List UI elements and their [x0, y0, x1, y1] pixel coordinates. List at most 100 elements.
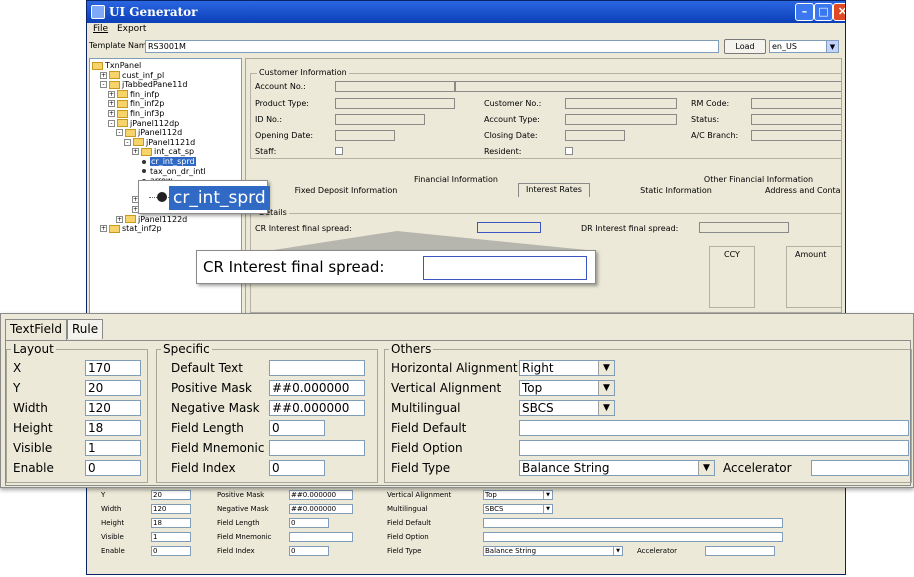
- small-multilingual-input[interactable]: SBCS ▼: [483, 504, 553, 514]
- small-visible-input[interactable]: 1: [151, 532, 191, 542]
- tree-node[interactable]: + fin_inf2p: [108, 99, 164, 109]
- load-button[interactable]: Load: [724, 39, 766, 54]
- field-default-input[interactable]: [519, 420, 909, 436]
- menu-file[interactable]: File: [93, 24, 108, 34]
- expand-icon[interactable]: +: [100, 225, 107, 233]
- tree-node[interactable]: tax_on_dr_intl: [140, 167, 206, 177]
- collapse-icon[interactable]: -: [124, 138, 131, 146]
- collapse-icon[interactable]: -: [116, 129, 123, 137]
- menu-export[interactable]: Export: [117, 24, 146, 34]
- ac-branch-field[interactable]: [751, 130, 841, 141]
- small-field-mnemonic-input[interactable]: [289, 532, 353, 542]
- tree-node[interactable]: cr_int_sprd: [140, 157, 196, 167]
- account-name-field[interactable]: [455, 81, 841, 92]
- multilingual-select[interactable]: SBCS ▼: [519, 400, 615, 416]
- maximize-button[interactable]: □: [814, 3, 833, 21]
- tab-financial-info[interactable]: Financial Information: [386, 175, 526, 184]
- template-name-input[interactable]: RS3001M: [145, 40, 719, 53]
- resident-checkbox[interactable]: [565, 147, 573, 155]
- tree-node[interactable]: + fin_inf3p: [108, 109, 164, 119]
- account-type-field[interactable]: [565, 114, 677, 125]
- multilingual-label: Multilingual: [391, 401, 461, 415]
- minimize-button[interactable]: –: [795, 3, 814, 21]
- positive-mask-input[interactable]: ##0.000000: [269, 380, 365, 396]
- tab-textfield[interactable]: TextField: [5, 319, 67, 341]
- tree-node[interactable]: + int_cat_sp: [132, 147, 194, 157]
- tree-node-label: jPanel112d: [138, 128, 183, 138]
- small-negative-mask-input[interactable]: ##0.000000: [289, 504, 353, 514]
- tree-node[interactable]: - jPanel1121d: [124, 138, 195, 148]
- small-height-input[interactable]: 18: [151, 518, 191, 528]
- accelerator-input[interactable]: [811, 460, 909, 476]
- rm-code-field[interactable]: [751, 98, 841, 109]
- tab-static-info[interactable]: Static Information: [616, 186, 736, 195]
- folder-icon: [133, 138, 144, 147]
- layout-width-label: Width: [13, 401, 48, 415]
- layout-height-input[interactable]: 18: [85, 420, 141, 436]
- opening-date-field[interactable]: [335, 130, 395, 141]
- layout-y-input[interactable]: 20: [85, 380, 141, 396]
- layout-visible-input[interactable]: 1: [85, 440, 141, 456]
- collapse-icon[interactable]: -: [108, 119, 115, 127]
- tab-rule[interactable]: Rule: [67, 319, 104, 339]
- small-field-option-input[interactable]: [483, 532, 783, 542]
- horizontal-alignment-select[interactable]: Right ▼: [519, 360, 615, 376]
- closing-date-label: Closing Date:: [484, 131, 538, 140]
- small-height-label: Height: [101, 519, 125, 527]
- staff-checkbox[interactable]: [335, 147, 343, 155]
- small-enable-input[interactable]: 0: [151, 546, 191, 556]
- layout-width-input[interactable]: 120: [85, 400, 141, 416]
- field-length-input[interactable]: 0: [269, 420, 325, 436]
- closing-date-field[interactable]: [565, 130, 625, 141]
- expand-icon[interactable]: +: [108, 90, 115, 98]
- tab-address-contact-info[interactable]: Address and Contact Information: [746, 186, 841, 195]
- tree-node[interactable]: + cust_inf_pl: [100, 71, 164, 81]
- customer-no-field[interactable]: [565, 98, 677, 109]
- small-field-index-input[interactable]: 0: [289, 546, 329, 556]
- tab-fixed-deposit-info[interactable]: Fixed Deposit Information: [266, 186, 426, 195]
- customer-info-title: Customer Information: [257, 68, 349, 77]
- tree-node[interactable]: - jPanel112dp: [108, 119, 179, 129]
- small-y-label: Y: [101, 491, 106, 499]
- small-field-length-input[interactable]: 0: [289, 518, 329, 528]
- small-field-default-input[interactable]: [483, 518, 783, 528]
- tab-other-financial-info[interactable]: Other Financial Information: [676, 175, 841, 184]
- field-mnemonic-input[interactable]: [269, 440, 365, 456]
- layout-enable-input[interactable]: 0: [85, 460, 141, 476]
- small-accelerator-input[interactable]: [705, 546, 775, 556]
- small-positive-mask-input[interactable]: ##0.000000: [289, 490, 353, 500]
- small-vertical-alignment-input[interactable]: Top ▼: [483, 490, 553, 500]
- tree-node[interactable]: + stat_inf2p: [100, 224, 162, 234]
- small-y-input[interactable]: 20: [151, 490, 191, 500]
- account-no-field[interactable]: [335, 81, 455, 92]
- field-mnemonic-label: Field Mnemonic: [171, 441, 265, 455]
- vertical-alignment-select[interactable]: Top ▼: [519, 380, 615, 396]
- close-button[interactable]: ✕: [833, 3, 845, 21]
- small-width-input[interactable]: 120: [151, 504, 191, 514]
- locale-select[interactable]: en_US ▼: [769, 40, 839, 53]
- expand-icon[interactable]: +: [100, 71, 107, 79]
- dr-interest-field[interactable]: [699, 222, 789, 233]
- expand-icon[interactable]: +: [108, 100, 115, 108]
- tree-node[interactable]: + fin_infp: [108, 90, 159, 100]
- tree-node[interactable]: - jTabbedPane11d: [100, 80, 187, 90]
- field-type-select[interactable]: Balance String ▼: [519, 460, 715, 476]
- collapse-icon[interactable]: -: [100, 81, 107, 89]
- layout-x-input[interactable]: 170: [85, 360, 141, 376]
- field-index-input[interactable]: 0: [269, 460, 325, 476]
- id-no-field[interactable]: [335, 114, 425, 125]
- default-text-input[interactable]: [269, 360, 365, 376]
- tab-interest-rates[interactable]: Interest Rates: [518, 183, 590, 197]
- expand-icon[interactable]: +: [132, 148, 139, 156]
- small-field-type-input[interactable]: Balance String ▼: [483, 546, 623, 556]
- status-field[interactable]: [751, 114, 841, 125]
- negative-mask-input[interactable]: ##0.000000: [269, 400, 365, 416]
- product-type-field[interactable]: [335, 98, 455, 109]
- expand-icon[interactable]: +: [108, 110, 115, 117]
- tree-node[interactable]: - jPanel112d: [116, 128, 182, 138]
- ui-generator-window: UI Generator – □ ✕ File Export Template …: [86, 0, 846, 575]
- tree-node[interactable]: + jPanel1122d: [116, 215, 187, 225]
- expand-icon[interactable]: +: [116, 215, 123, 223]
- field-option-input[interactable]: [519, 440, 909, 456]
- tree-node[interactable]: TxnPanel: [92, 61, 141, 71]
